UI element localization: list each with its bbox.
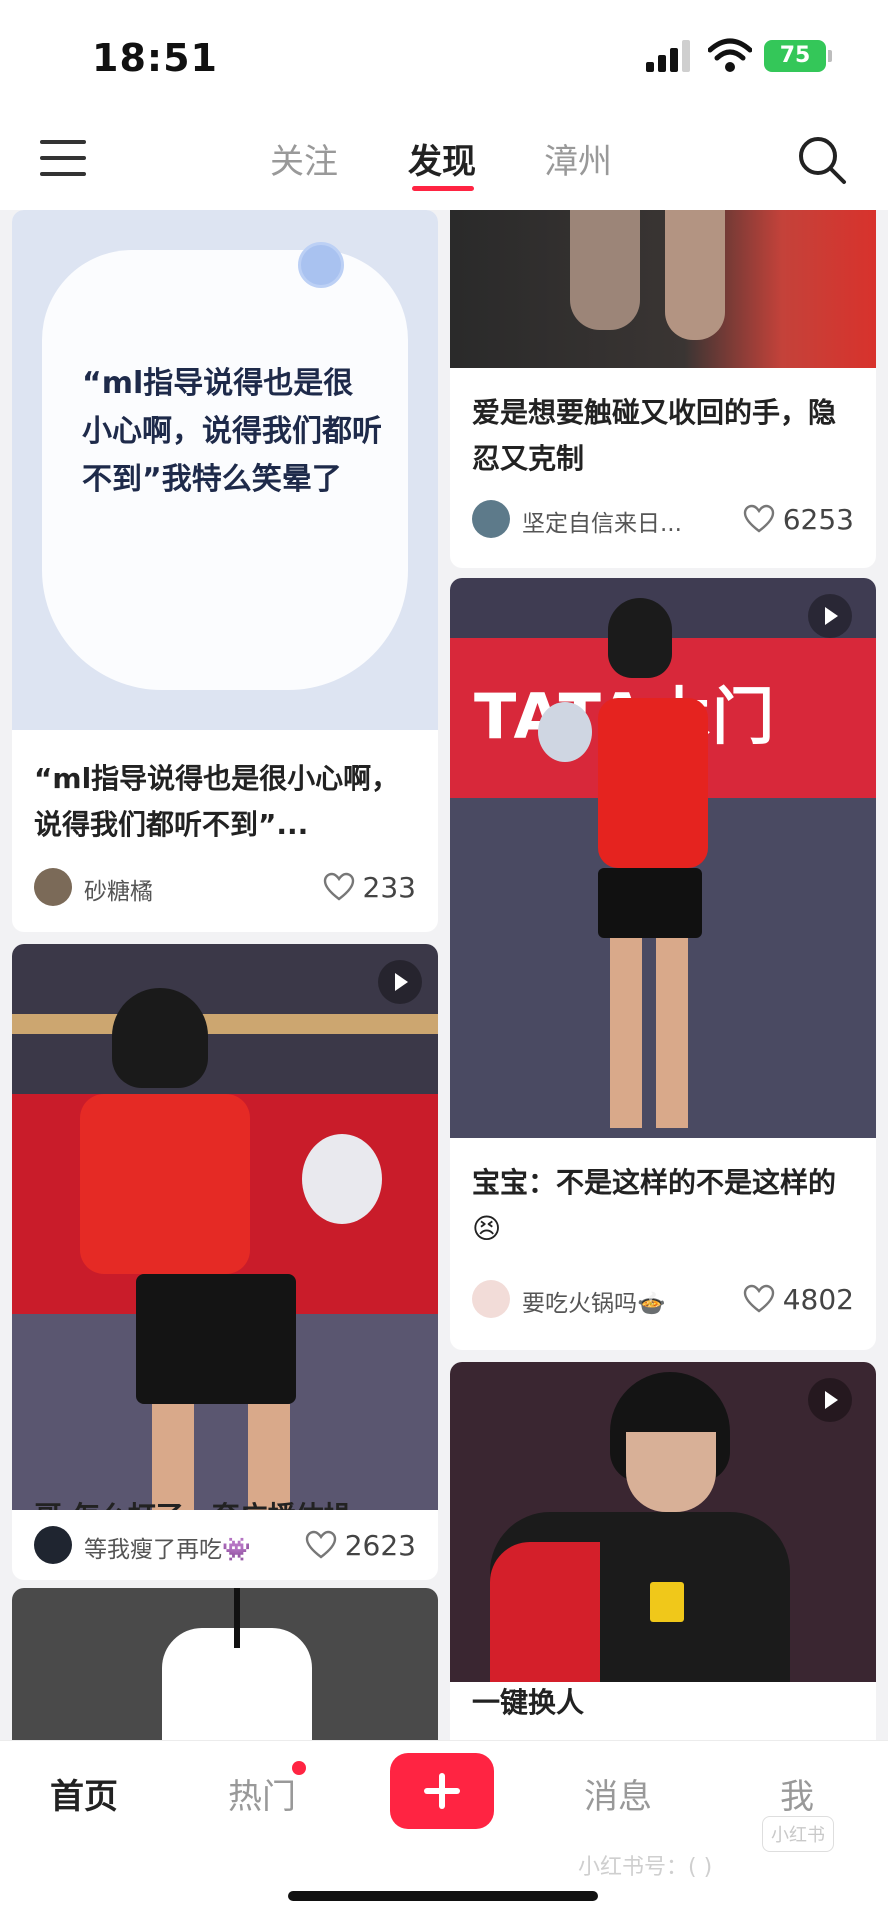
heart-icon: [743, 1284, 774, 1313]
like-count: 233: [362, 870, 416, 904]
heart-icon: [323, 872, 354, 901]
card-title: 爱是想要触碰又收回的手，隐忍又克制: [472, 396, 837, 475]
like-count: 2623: [344, 1528, 416, 1562]
like-count: 6253: [782, 502, 854, 536]
card-title: “ml指导说得也是很小心啊，说得我们都听不到”...: [34, 762, 400, 841]
discover-feed[interactable]: “ml指导说得也是很小心啊，说得我们都听不到”我特么笑晕了 “ml指导说得也是很…: [0, 210, 888, 1740]
bottom-nav: 首页 热门 消息 我 小红书 小红书号：( ): [0, 1740, 888, 1920]
feed-card[interactable]: [12, 1588, 438, 1740]
tab-local-city[interactable]: 漳州: [544, 134, 612, 183]
card-title: 一键换人: [472, 1686, 585, 1719]
feed-card[interactable]: TATA木门 宝宝：不是这样的不是这样的😣 要吃火锅吗🍲 4802: [450, 578, 876, 1350]
nav-messages[interactable]: 消息: [584, 1769, 652, 1818]
card-cover-image: “ml指导说得也是很小心啊，说得我们都听不到”我特么笑晕了: [12, 210, 438, 730]
feed-card[interactable]: 一键换人: [450, 1362, 876, 1740]
card-cover-image: [450, 210, 876, 368]
card-meta: 砂糖橘 233: [34, 868, 416, 908]
battery-indicator: 75: [764, 40, 832, 72]
search-icon[interactable]: [796, 134, 848, 186]
app-screen: 18:51 75 关注 发现 漳州 “ml指导说得也是很小心啊，说得我们都听不到…: [0, 0, 888, 1920]
nav-me[interactable]: 我: [780, 1769, 814, 1818]
card-meta: 要吃火锅吗🍲 4802: [472, 1280, 854, 1320]
hamburger-menu-icon[interactable]: [40, 140, 86, 180]
tab-follow[interactable]: 关注: [270, 134, 338, 183]
avatar[interactable]: [34, 1526, 72, 1564]
add-post-button[interactable]: [390, 1753, 494, 1829]
card-meta: 等我瘦了再吃👾 2623: [34, 1526, 416, 1566]
status-bar: 18:51 75: [0, 0, 888, 120]
heart-icon: [743, 504, 774, 533]
author-name[interactable]: 坚定自信来日...: [522, 504, 682, 538]
signal-icon: [646, 40, 690, 72]
like-count: 4802: [782, 1282, 854, 1316]
author-name[interactable]: 等我瘦了再吃👾: [84, 1530, 251, 1564]
feed-card[interactable]: 爱是想要触碰又收回的手，隐忍又克制 坚定自信来日... 6253: [450, 210, 876, 568]
card-cover-image: [12, 944, 438, 1512]
feed-card[interactable]: “ml指导说得也是很小心啊，说得我们都听不到”我特么笑晕了 “ml指导说得也是很…: [12, 210, 438, 932]
author-name[interactable]: 要吃火锅吗🍲: [522, 1284, 666, 1318]
card-cover-image: TATA木门: [450, 578, 876, 1138]
avatar[interactable]: [472, 1280, 510, 1318]
decorative-dot-icon: [298, 242, 344, 288]
like-button[interactable]: 4802: [743, 1280, 854, 1318]
card-title: 宝宝：不是这样的不是这样的😣: [472, 1166, 837, 1245]
like-button[interactable]: 2623: [305, 1526, 416, 1564]
card-cover-image: [12, 1588, 438, 1740]
card-meta: 坚定自信来日... 6253: [472, 500, 854, 540]
video-play-icon: [808, 594, 852, 638]
wifi-icon: [708, 38, 752, 72]
like-button[interactable]: 233: [323, 868, 416, 906]
feed-card-footer: 等我瘦了再吃👾 2623: [12, 1510, 438, 1580]
nav-home[interactable]: 首页: [50, 1769, 118, 1818]
watermark-text: 小红书号：( ): [578, 1855, 713, 1880]
heart-icon: [305, 1530, 336, 1559]
cover-quote-text: “ml指导说得也是很小心啊，说得我们都听不到”我特么笑晕了: [82, 366, 382, 497]
tab-discover[interactable]: 发现: [408, 134, 476, 183]
home-indicator: [288, 1891, 598, 1901]
video-play-icon: [378, 960, 422, 1004]
active-tab-indicator: [412, 186, 474, 191]
like-button[interactable]: 6253: [743, 500, 854, 538]
top-nav: 关注 发现 漳州: [0, 120, 888, 210]
notification-dot: [292, 1761, 306, 1775]
video-play-icon: [808, 1378, 852, 1422]
avatar[interactable]: [34, 868, 72, 906]
watermark-logo: 小红书: [762, 1816, 834, 1852]
nav-hot[interactable]: 热门: [228, 1769, 296, 1818]
status-time: 18:51: [92, 36, 218, 80]
author-name[interactable]: 砂糖橘: [84, 872, 153, 906]
avatar[interactable]: [472, 500, 510, 538]
